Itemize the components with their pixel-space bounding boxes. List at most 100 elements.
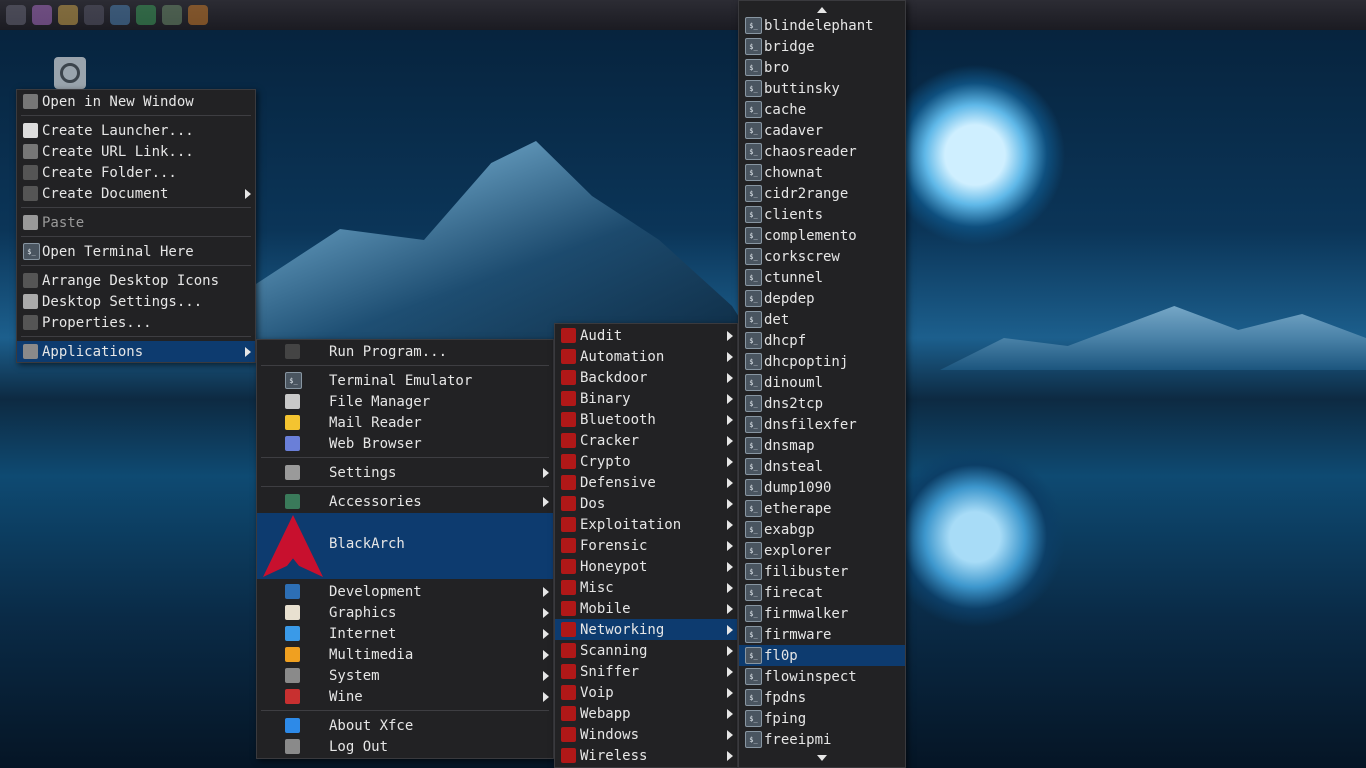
blackarch-category-automation[interactable]: Automation <box>555 346 737 367</box>
menu-item-applications[interactable]: Applications <box>17 341 255 362</box>
menu-item-settings[interactable]: Settings <box>257 462 553 483</box>
tool-item-det[interactable]: det <box>739 309 905 330</box>
tool-item-fl0p[interactable]: fl0p <box>739 645 905 666</box>
panel-app-icon[interactable] <box>110 5 130 25</box>
tool-item-firmware[interactable]: firmware <box>739 624 905 645</box>
tool-item-buttinsky[interactable]: buttinsky <box>739 78 905 99</box>
tool-item-dnsmap[interactable]: dnsmap <box>739 435 905 456</box>
tool-item-dump1090[interactable]: dump1090 <box>739 477 905 498</box>
blackarch-category-windows[interactable]: Windows <box>555 724 737 745</box>
tool-item-clients[interactable]: clients <box>739 204 905 225</box>
blackarch-category-voip[interactable]: Voip <box>555 682 737 703</box>
tool-item-etherape[interactable]: etherape <box>739 498 905 519</box>
blackarch-category-scanning[interactable]: Scanning <box>555 640 737 661</box>
blackarch-category-forensic[interactable]: Forensic <box>555 535 737 556</box>
submenu-arrow-icon <box>727 729 733 740</box>
tool-item-exabgp[interactable]: exabgp <box>739 519 905 540</box>
scroll-up-arrow[interactable] <box>817 7 827 13</box>
tool-item-dnsfilexfer[interactable]: dnsfilexfer <box>739 414 905 435</box>
menu-item-development[interactable]: Development <box>257 581 553 602</box>
panel-app-icon[interactable] <box>188 5 208 25</box>
blackarch-category-bluetooth[interactable]: Bluetooth <box>555 409 737 430</box>
blackarch-category-wireless[interactable]: Wireless <box>555 745 737 766</box>
tool-item-fping[interactable]: fping <box>739 708 905 729</box>
properties-icon <box>23 315 38 330</box>
menu-item-wine-label: Wine <box>329 688 363 705</box>
blackarch-category-misc[interactable]: Misc <box>555 577 737 598</box>
blackarch-category-dos[interactable]: Dos <box>555 493 737 514</box>
blackarch-category-exploitation[interactable]: Exploitation <box>555 514 737 535</box>
menu-item-properties[interactable]: Properties... <box>17 312 255 333</box>
blackarch-category-mobile[interactable]: Mobile <box>555 598 737 619</box>
menu-item-multimedia[interactable]: Multimedia <box>257 644 553 665</box>
blackarch-category-defensive[interactable]: Defensive <box>555 472 737 493</box>
scroll-down-arrow[interactable] <box>817 755 827 761</box>
menu-item-system[interactable]: System <box>257 665 553 686</box>
blackarch-category-cracker[interactable]: Cracker <box>555 430 737 451</box>
menu-item-open-terminal-here[interactable]: Open Terminal Here <box>17 241 255 262</box>
tool-item-filibuster[interactable]: filibuster <box>739 561 905 582</box>
tool-item-corkscrew[interactable]: corkscrew <box>739 246 905 267</box>
blackarch-category-backdoor[interactable]: Backdoor <box>555 367 737 388</box>
tool-item-chownat[interactable]: chownat <box>739 162 905 183</box>
menu-item-mail-reader[interactable]: Mail Reader <box>257 412 553 433</box>
panel-launcher-icon[interactable] <box>6 5 26 25</box>
menu-item-internet-label: Internet <box>329 625 397 642</box>
tool-item-cadaver[interactable]: cadaver <box>739 120 905 141</box>
tool-item-firmwalker[interactable]: firmwalker <box>739 603 905 624</box>
tool-item-depdep[interactable]: depdep <box>739 288 905 309</box>
tool-item-flowinspect[interactable]: flowinspect <box>739 666 905 687</box>
menu-item-create-url-link[interactable]: Create URL Link... <box>17 141 255 162</box>
menu-item-paste[interactable]: Paste <box>17 212 255 233</box>
tool-item-ctunnel[interactable]: ctunnel <box>739 267 905 288</box>
menu-item-blackarch[interactable]: BlackArch <box>257 513 553 579</box>
menu-item-file-manager[interactable]: File Manager <box>257 391 553 412</box>
blackarch-category-binary[interactable]: Binary <box>555 388 737 409</box>
blackarch-category-networking[interactable]: Networking <box>555 619 737 640</box>
blackarch-category-honeypot[interactable]: Honeypot <box>555 556 737 577</box>
tool-item-chaosreader[interactable]: chaosreader <box>739 141 905 162</box>
menu-item-create-launcher[interactable]: Create Launcher... <box>17 120 255 141</box>
tool-item-bridge[interactable]: bridge <box>739 36 905 57</box>
terminal-icon <box>745 479 762 496</box>
panel-app-icon[interactable] <box>58 5 78 25</box>
blackarch-category-audit[interactable]: Audit <box>555 325 737 346</box>
menu-item-arrange-desktop-icons[interactable]: Arrange Desktop Icons <box>17 270 255 291</box>
panel-app-icon[interactable] <box>162 5 182 25</box>
panel-app-icon[interactable] <box>84 5 104 25</box>
tool-item-bro[interactable]: bro <box>739 57 905 78</box>
menu-item-terminal-emulator[interactable]: Terminal Emulator <box>257 370 553 391</box>
tool-item-blindelephant[interactable]: blindelephant <box>739 15 905 36</box>
panel-app-icon[interactable] <box>136 5 156 25</box>
menu-item-about-xfce[interactable]: About Xfce <box>257 715 553 736</box>
blackarch-category-crypto[interactable]: Crypto <box>555 451 737 472</box>
menu-item-accessories[interactable]: Accessories <box>257 491 553 512</box>
desktop-icon[interactable] <box>54 57 86 89</box>
tool-item-freeipmi[interactable]: freeipmi <box>739 729 905 750</box>
tool-item-cache[interactable]: cache <box>739 99 905 120</box>
menu-item-open-in-new-window[interactable]: Open in New Window <box>17 91 255 112</box>
tool-item-firecat[interactable]: firecat <box>739 582 905 603</box>
panel-app-icon[interactable] <box>32 5 52 25</box>
tool-item-dns2tcp[interactable]: dns2tcp <box>739 393 905 414</box>
menu-item-wine[interactable]: Wine <box>257 686 553 707</box>
tool-item-dhcpf[interactable]: dhcpf <box>739 330 905 351</box>
tool-item-dnsteal[interactable]: dnsteal <box>739 456 905 477</box>
tool-item-complemento[interactable]: complemento <box>739 225 905 246</box>
tool-item-cidr2range[interactable]: cidr2range <box>739 183 905 204</box>
menu-item-log-out[interactable]: Log Out <box>257 736 553 757</box>
menu-item-internet[interactable]: Internet <box>257 623 553 644</box>
tool-item-dhcpoptinj[interactable]: dhcpoptinj <box>739 351 905 372</box>
menu-item-desktop-settings[interactable]: Desktop Settings... <box>17 291 255 312</box>
blackarch-category-webapp[interactable]: Webapp <box>555 703 737 724</box>
tool-item-fpdns[interactable]: fpdns <box>739 687 905 708</box>
tool-item-explorer[interactable]: explorer <box>739 540 905 561</box>
misc-icon <box>561 580 576 595</box>
menu-item-create-folder[interactable]: Create Folder... <box>17 162 255 183</box>
menu-item-run-program[interactable]: Run Program... <box>257 341 553 362</box>
menu-item-web-browser[interactable]: Web Browser <box>257 433 553 454</box>
tool-item-dinouml[interactable]: dinouml <box>739 372 905 393</box>
blackarch-category-sniffer[interactable]: Sniffer <box>555 661 737 682</box>
menu-item-create-document[interactable]: Create Document <box>17 183 255 204</box>
menu-item-graphics[interactable]: Graphics <box>257 602 553 623</box>
